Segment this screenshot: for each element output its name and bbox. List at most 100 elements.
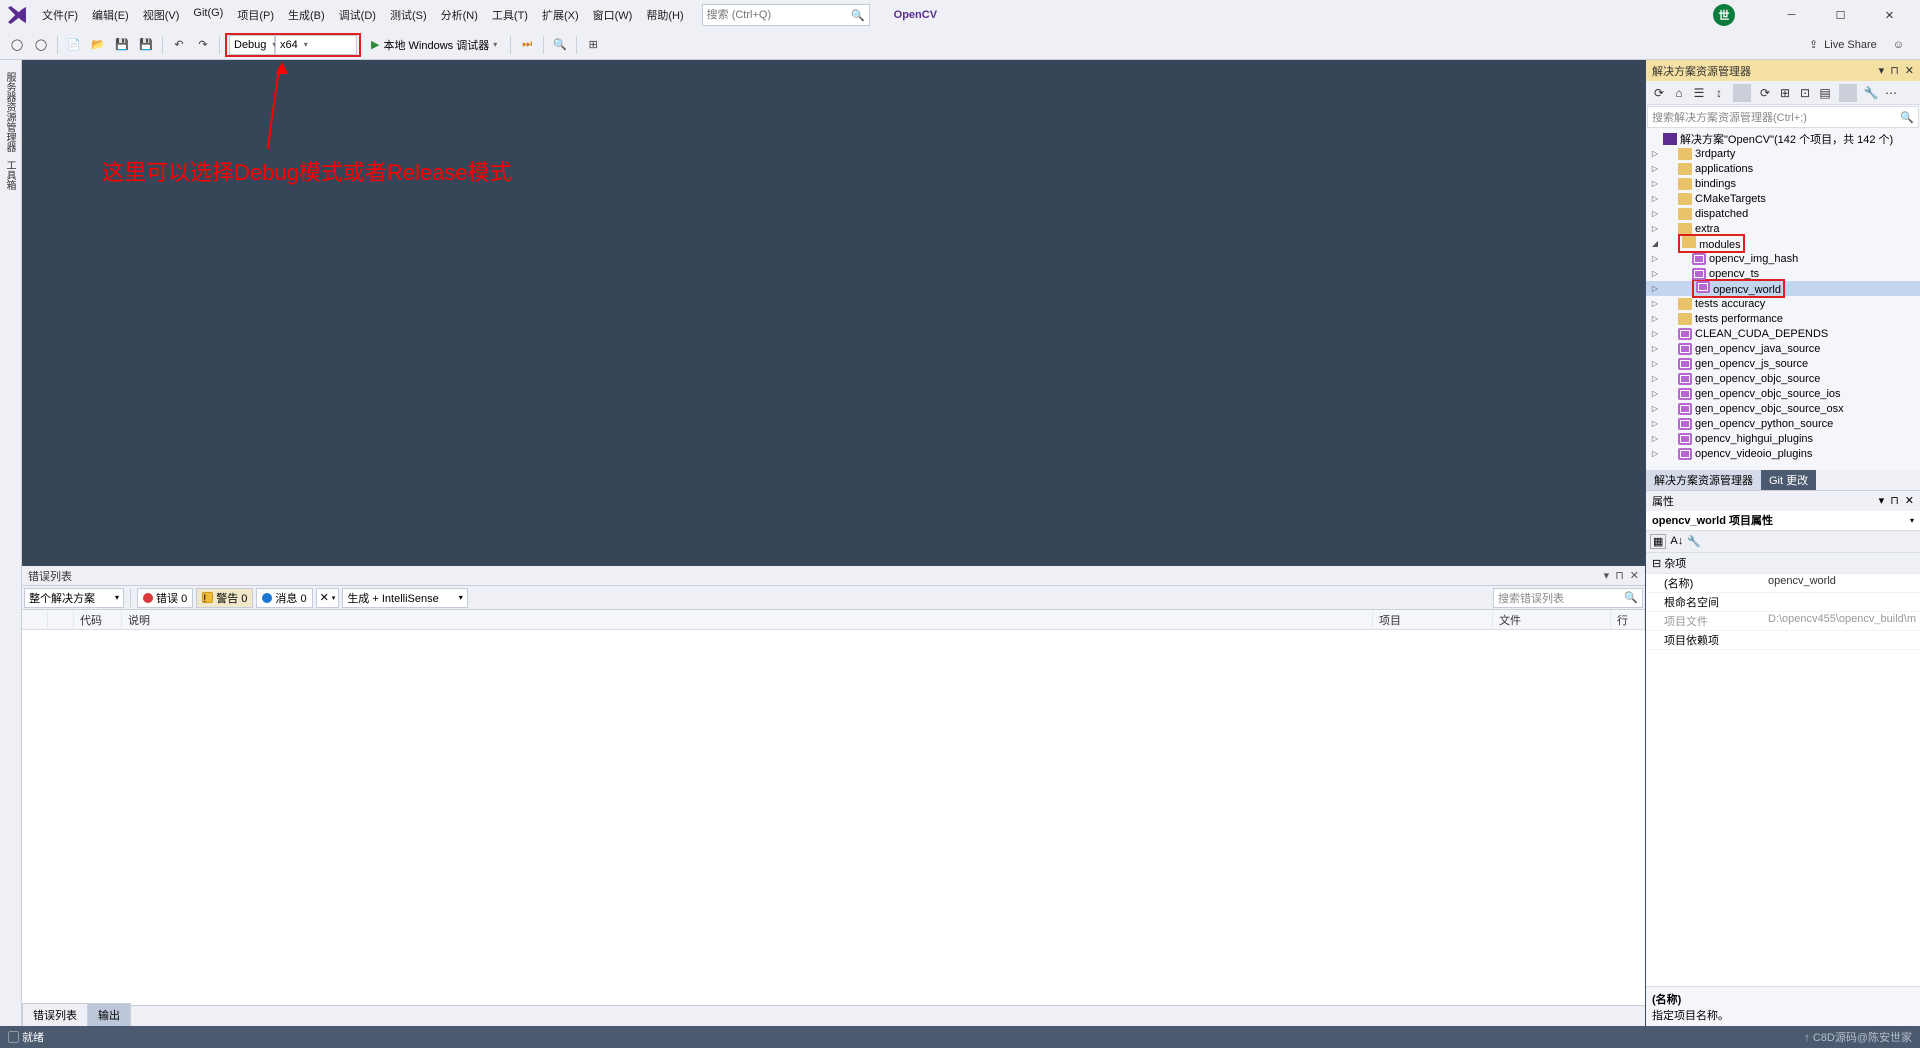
menu-help[interactable]: 帮助(H) bbox=[640, 3, 689, 27]
nav-back-icon[interactable]: ◯ bbox=[6, 34, 28, 56]
tree-item[interactable]: ▷gen_opencv_objc_source_osx bbox=[1646, 401, 1920, 416]
prop-category[interactable]: ⊟ 杂项 bbox=[1646, 553, 1920, 574]
errors-filter[interactable]: 错误 0 bbox=[137, 588, 193, 608]
tab-errorlist[interactable]: 错误列表 bbox=[22, 1003, 88, 1026]
home-icon[interactable]: ⟳ bbox=[1650, 84, 1668, 102]
showall-icon[interactable]: ⊞ bbox=[1776, 84, 1794, 102]
prop-row-deps[interactable]: 项目依赖项 bbox=[1646, 631, 1920, 650]
se-close-icon[interactable]: ✕ bbox=[1905, 64, 1914, 77]
home2-icon[interactable]: ⌂ bbox=[1670, 84, 1688, 102]
col-desc[interactable]: 说明 bbox=[122, 610, 1373, 629]
prop-close-icon[interactable]: ✕ bbox=[1905, 494, 1914, 507]
error-search[interactable]: 搜索错误列表🔍 bbox=[1493, 588, 1643, 608]
tree-folder[interactable]: ▷applications bbox=[1646, 161, 1920, 176]
nav-fwd-icon[interactable]: ◯ bbox=[30, 34, 52, 56]
tab-output[interactable]: 输出 bbox=[87, 1003, 131, 1026]
config-combo[interactable]: Debug▾ bbox=[229, 35, 275, 55]
maximize-button[interactable]: ☐ bbox=[1818, 1, 1863, 29]
tree-item[interactable]: ▷opencv_highgui_plugins bbox=[1646, 431, 1920, 446]
minimize-button[interactable]: ─ bbox=[1769, 1, 1814, 29]
search-input[interactable] bbox=[707, 9, 847, 21]
se-search[interactable]: 搜索解决方案资源管理器(Ctrl+;)🔍 bbox=[1647, 106, 1919, 128]
menu-analyze[interactable]: 分析(N) bbox=[435, 3, 484, 27]
new-project-icon[interactable]: 📄 bbox=[63, 34, 85, 56]
tree-item[interactable]: ▷tests accuracy bbox=[1646, 296, 1920, 311]
menu-debug[interactable]: 调试(D) bbox=[333, 3, 382, 27]
prop-target[interactable]: opencv_world 项目属性▾ bbox=[1646, 511, 1920, 531]
collapse-icon[interactable]: ☰ bbox=[1690, 84, 1708, 102]
sync-icon[interactable]: ↕ bbox=[1710, 84, 1728, 102]
categorize-icon[interactable]: ▦ bbox=[1650, 534, 1666, 549]
tree-project[interactable]: ▷ opencv_world bbox=[1646, 281, 1920, 296]
tree-folder[interactable]: ▷dispatched bbox=[1646, 206, 1920, 221]
tree-item[interactable]: ▷gen_opencv_js_source bbox=[1646, 356, 1920, 371]
platform-combo[interactable]: x64▾ bbox=[275, 35, 357, 55]
diag-icon[interactable]: ⊞ bbox=[582, 34, 604, 56]
start-debug-button[interactable]: ▶ 本地 Windows 调试器 ▾ bbox=[363, 34, 505, 56]
close-button[interactable]: ✕ bbox=[1867, 1, 1912, 29]
user-avatar-icon[interactable]: 世 bbox=[1713, 4, 1735, 26]
solution-root[interactable]: 解决方案"OpenCV"(142 个项目，共 142 个) bbox=[1646, 131, 1920, 146]
prop-row-name[interactable]: (名称)opencv_world bbox=[1646, 574, 1920, 593]
tree-item[interactable]: ▷gen_opencv_python_source bbox=[1646, 416, 1920, 431]
undo-icon[interactable]: ↶ bbox=[168, 34, 190, 56]
col-line[interactable]: 行 bbox=[1611, 610, 1645, 629]
server-explorer-tab[interactable]: 服务器资源管理器 bbox=[0, 68, 19, 156]
tree-item[interactable]: ▷gen_opencv_java_source bbox=[1646, 341, 1920, 356]
wrench-icon[interactable]: 🔧 bbox=[1862, 84, 1880, 102]
tree-item[interactable]: ▷gen_opencv_objc_source_ios bbox=[1646, 386, 1920, 401]
menu-test[interactable]: 测试(S) bbox=[384, 3, 433, 27]
tree-item[interactable]: ▷tests performance bbox=[1646, 311, 1920, 326]
col-file[interactable]: 文件 bbox=[1493, 610, 1611, 629]
messages-filter[interactable]: 消息 0 bbox=[256, 588, 312, 608]
toolbox-tab[interactable]: 工具箱 bbox=[0, 156, 19, 194]
menu-window[interactable]: 窗口(W) bbox=[587, 3, 639, 27]
menu-build[interactable]: 生成(B) bbox=[282, 3, 331, 27]
col-project[interactable]: 项目 bbox=[1373, 610, 1493, 629]
props-icon[interactable]: ⊡ bbox=[1796, 84, 1814, 102]
menu-project[interactable]: 项目(P) bbox=[231, 3, 280, 27]
close-panel-icon[interactable]: ✕ bbox=[1630, 569, 1639, 582]
find-icon[interactable]: 🔍 bbox=[549, 34, 571, 56]
clear-filter[interactable]: ✕▾ bbox=[316, 588, 340, 608]
tree-folder[interactable]: ▷3rdparty bbox=[1646, 146, 1920, 161]
menu-extensions[interactable]: 扩展(X) bbox=[536, 3, 585, 27]
tree-modules[interactable]: ◢ modules bbox=[1646, 236, 1920, 251]
menu-file[interactable]: 文件(F) bbox=[36, 3, 84, 27]
live-share-button[interactable]: ⇪ Live Share ☺ bbox=[1799, 38, 1914, 51]
se-menu-icon[interactable]: ▾ bbox=[1879, 64, 1885, 77]
menu-edit[interactable]: 编辑(E) bbox=[86, 3, 135, 27]
redo-icon[interactable]: ↷ bbox=[192, 34, 214, 56]
prop-wrench-icon[interactable]: 🔧 bbox=[1687, 535, 1701, 548]
scope-combo[interactable]: 整个解决方案▾ bbox=[24, 588, 124, 608]
se-pin-icon[interactable]: ⊓ bbox=[1890, 64, 1899, 77]
tree-item[interactable]: ▷CLEAN_CUDA_DEPENDS bbox=[1646, 326, 1920, 341]
menu-view[interactable]: 视图(V) bbox=[137, 3, 186, 27]
tab-git-changes[interactable]: Git 更改 bbox=[1761, 470, 1816, 490]
prop-row-rootns[interactable]: 根命名空间 bbox=[1646, 593, 1920, 612]
source-combo[interactable]: 生成 + IntelliSense▾ bbox=[342, 588, 467, 608]
save-all-icon[interactable]: 💾 bbox=[135, 34, 157, 56]
tree-folder[interactable]: ▷bindings bbox=[1646, 176, 1920, 191]
view-icon[interactable]: ▤ bbox=[1816, 84, 1834, 102]
save-icon[interactable]: 💾 bbox=[111, 34, 133, 56]
tree-item[interactable]: ▷opencv_videoio_plugins bbox=[1646, 446, 1920, 461]
tab-solution-explorer[interactable]: 解决方案资源管理器 bbox=[1646, 470, 1761, 490]
prop-row-projfile[interactable]: 项目文件D:\opencv455\opencv_build\m bbox=[1646, 612, 1920, 631]
pin-icon[interactable]: ▾ bbox=[1604, 569, 1610, 582]
open-icon[interactable]: 📂 bbox=[87, 34, 109, 56]
tree-folder[interactable]: ▷CMakeTargets bbox=[1646, 191, 1920, 206]
menu-git[interactable]: Git(G) bbox=[187, 3, 229, 27]
pin2-icon[interactable]: ⊓ bbox=[1615, 569, 1624, 582]
tree-item[interactable]: ▷gen_opencv_objc_source bbox=[1646, 371, 1920, 386]
menu-tools[interactable]: 工具(T) bbox=[486, 3, 534, 27]
warnings-filter[interactable]: !警告 0 bbox=[196, 588, 253, 608]
step-icon[interactable]: ⏭ bbox=[516, 34, 538, 56]
az-icon[interactable]: A↓ bbox=[1670, 535, 1683, 547]
col-code[interactable]: 代码 bbox=[74, 610, 122, 629]
feedback-icon[interactable]: ☺ bbox=[1893, 39, 1904, 51]
more-icon[interactable]: ⋯ bbox=[1882, 84, 1900, 102]
prop-menu-icon[interactable]: ▾ bbox=[1879, 494, 1885, 507]
global-search[interactable]: 🔍 bbox=[702, 4, 870, 26]
tree-project[interactable]: ▷ opencv_img_hash bbox=[1646, 251, 1920, 266]
